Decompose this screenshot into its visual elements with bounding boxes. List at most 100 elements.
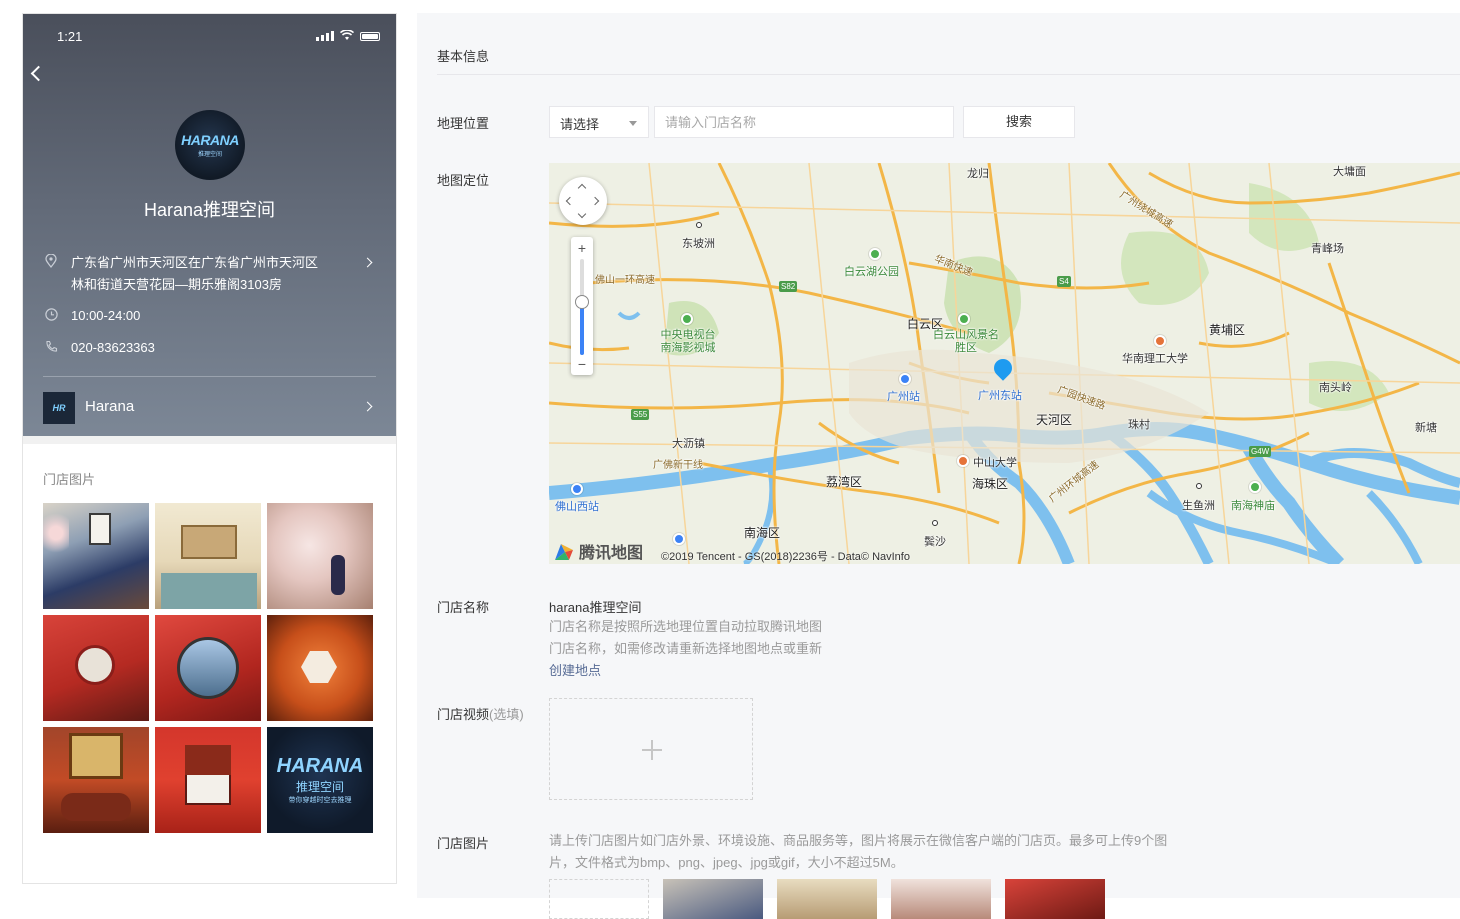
status-icons xyxy=(316,30,380,41)
map-label: 荔湾区 xyxy=(826,475,863,489)
zoom-in-button[interactable]: + xyxy=(571,239,593,257)
map-label: 新塘 xyxy=(1415,422,1437,434)
zoom-level-fill xyxy=(580,301,584,355)
pan-right-icon[interactable] xyxy=(590,196,600,206)
store-name-tip-text: 门店名称是按照所选地理位置自动拉取腾讯地图门店名称，如需修改请重新选择地图地点或… xyxy=(549,619,823,656)
phone-number: 020-83623363 xyxy=(71,340,155,355)
search-button[interactable]: 搜索 xyxy=(963,106,1075,138)
pan-left-icon[interactable] xyxy=(565,196,575,206)
divider xyxy=(43,376,376,377)
map-label: 大墉面 xyxy=(1333,166,1366,178)
map-label: 广州站 xyxy=(887,391,920,403)
store-photo[interactable] xyxy=(155,615,261,721)
map-zoom-control[interactable]: + − xyxy=(571,237,593,375)
phone-preview: 1:21 HARANA 推理空间 Harana推理空间 广东省广州市天河区在广东… xyxy=(22,13,397,884)
store-search-input[interactable] xyxy=(654,106,954,138)
video-upload-button[interactable] xyxy=(549,698,753,800)
map-view[interactable]: S82 S55 S4 G4W 龙归 大墉面 东坡洲 白云湖公园 华南快速 青峰场… xyxy=(549,163,1460,564)
tencent-map-logo-icon xyxy=(555,544,573,560)
store-video-label-text: 门店视频 xyxy=(437,707,490,722)
uploaded-photos xyxy=(549,879,1105,919)
address-line-2: 林和街道天营花园—期乐雅阁3103房 xyxy=(71,277,282,292)
store-name: Harana推理空间 xyxy=(143,200,276,220)
photo-upload-button[interactable] xyxy=(549,879,649,919)
pan-down-icon[interactable] xyxy=(577,209,587,219)
park-poi-icon xyxy=(681,313,693,325)
road-shield: S55 xyxy=(631,409,650,420)
store-video-label: 门店视频(选填) xyxy=(437,704,524,723)
location-icon xyxy=(45,252,71,296)
separator xyxy=(23,436,396,444)
road-shield: S4 xyxy=(1057,276,1071,287)
create-place-link[interactable]: 创建地点 xyxy=(549,663,601,678)
map-label: 生鱼洲 xyxy=(1182,500,1215,512)
map-label: 地图定位 xyxy=(437,173,490,188)
map-copyright: ©2019 Tencent - GS(2018)2236号 - Data© Na… xyxy=(661,551,910,563)
region-select-value: 请选择 xyxy=(560,117,600,132)
map-label: 南海神庙 xyxy=(1231,500,1275,512)
store-photo[interactable] xyxy=(155,727,261,833)
station-poi-icon xyxy=(899,373,911,385)
place-dot xyxy=(932,520,938,526)
photo-logo-sub: 推理空间 xyxy=(295,780,344,794)
store-photo[interactable] xyxy=(43,503,149,609)
brand-name[interactable]: Harana xyxy=(85,398,134,415)
pan-up-icon[interactable] xyxy=(577,183,587,193)
address-row[interactable]: 广东省广州市天河区在广东省广州市天河区 林和街道天营花园—期乐雅阁3103房 xyxy=(45,252,374,296)
map-label: 华南理工大学 xyxy=(1122,353,1188,365)
map-pan-control[interactable] xyxy=(559,177,607,225)
brand-chevron-icon xyxy=(362,401,373,412)
hours-row: 10:00-24:00 xyxy=(45,305,374,327)
uploaded-photo[interactable] xyxy=(777,879,877,919)
photo-logo-tagline: 带你穿越时空去推理 xyxy=(288,797,352,804)
store-name-tip: 门店名称是按照所选地理位置自动拉取腾讯地图门店名称，如需修改请重新选择地图地点或… xyxy=(549,616,834,682)
map-label: 珠村 xyxy=(1128,419,1150,431)
uploaded-photo[interactable] xyxy=(1005,879,1105,919)
map-label: 广州东站 xyxy=(978,390,1022,402)
store-photo[interactable] xyxy=(43,615,149,721)
store-photo-grid: HARANA 推理空间 带你穿越时空去推理 xyxy=(43,503,374,833)
school-poi-icon xyxy=(1154,335,1166,347)
store-photo[interactable] xyxy=(267,615,373,721)
phone-row[interactable]: 020-83623363 xyxy=(45,337,374,359)
status-time: 1:21 xyxy=(57,29,83,44)
zoom-out-button[interactable]: − xyxy=(571,355,593,373)
road-shield: S82 xyxy=(779,281,798,292)
map-label: 白云湖公园 xyxy=(844,266,899,278)
map-label: 中山大学 xyxy=(973,457,1017,469)
uploaded-photo[interactable] xyxy=(663,879,763,919)
region-select[interactable]: 请选择 xyxy=(549,106,649,138)
map-label: 黄埔区 xyxy=(1209,323,1246,337)
back-icon[interactable] xyxy=(30,65,47,82)
map-label: 天河区 xyxy=(1036,413,1073,427)
store-header-card: 1:21 HARANA 推理空间 Harana推理空间 广东省广州市天河区在广东… xyxy=(23,14,396,436)
station-poi-icon xyxy=(571,483,583,495)
address-line-1: 广东省广州市天河区在广东省广州市天河区 xyxy=(71,255,319,270)
store-photo[interactable] xyxy=(43,727,149,833)
map-label: 海珠区 xyxy=(972,477,1009,491)
uploaded-photo[interactable] xyxy=(891,879,991,919)
photo-logo-text: HARANA xyxy=(276,755,364,777)
map-label: 南头岭 xyxy=(1319,382,1352,394)
zoom-slider-handle[interactable] xyxy=(575,295,589,309)
park-poi-icon xyxy=(869,248,881,260)
map-label: 广佛新干线 xyxy=(653,460,703,471)
battery-icon xyxy=(360,32,380,41)
place-dot xyxy=(1196,483,1202,489)
map-label: 龙归 xyxy=(967,168,989,180)
phone-icon xyxy=(45,337,71,359)
geo-label: 地理位置 xyxy=(437,116,490,131)
map-brand-name: 腾讯地图 xyxy=(579,545,644,562)
section-divider xyxy=(437,74,1460,75)
store-photo[interactable] xyxy=(267,503,373,609)
brand-logo: HR xyxy=(43,392,75,424)
chevron-down-icon xyxy=(629,121,637,126)
store-photo[interactable] xyxy=(155,503,261,609)
map-label: 东坡洲 xyxy=(682,238,715,250)
wifi-icon xyxy=(340,30,354,40)
store-logo: HARANA 推理空间 xyxy=(175,110,245,180)
school-poi-icon xyxy=(957,455,969,467)
store-photos-label: 门店图片 xyxy=(437,836,490,851)
map-brand: 腾讯地图 xyxy=(553,539,643,563)
store-photo[interactable]: HARANA 推理空间 带你穿越时空去推理 xyxy=(267,727,373,833)
